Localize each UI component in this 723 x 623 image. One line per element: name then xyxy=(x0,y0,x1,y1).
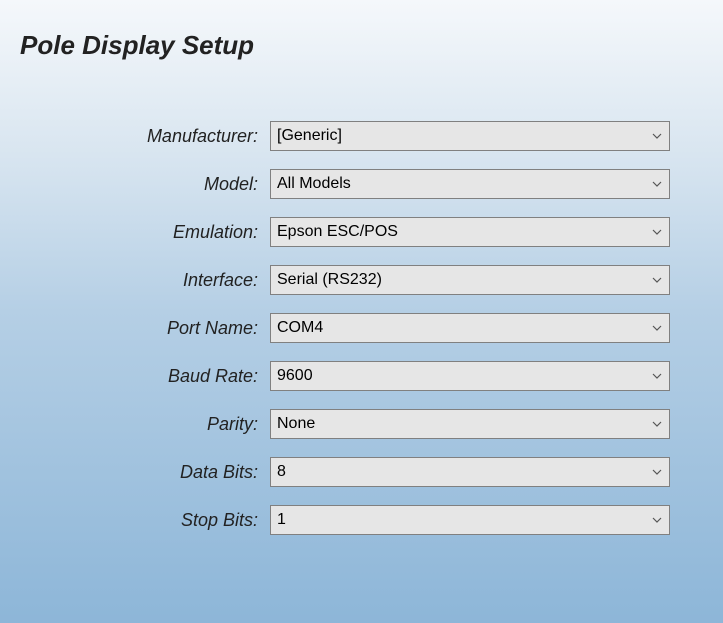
interface-label: Interface: xyxy=(40,270,270,291)
port-name-select[interactable]: COM4 xyxy=(270,313,670,343)
port-name-value: COM4 xyxy=(277,319,323,337)
interface-row: Interface: Serial (RS232) xyxy=(40,265,703,295)
emulation-label: Emulation: xyxy=(40,222,270,243)
stop-bits-label: Stop Bits: xyxy=(40,510,270,531)
parity-select[interactable]: None xyxy=(270,409,670,439)
emulation-select[interactable]: Epson ESC/POS xyxy=(270,217,670,247)
manufacturer-row: Manufacturer: [Generic] xyxy=(40,121,703,151)
emulation-row: Emulation: Epson ESC/POS xyxy=(40,217,703,247)
port-name-label: Port Name: xyxy=(40,318,270,339)
page-title: Pole Display Setup xyxy=(20,30,703,61)
model-select[interactable]: All Models xyxy=(270,169,670,199)
parity-value: None xyxy=(277,415,315,433)
interface-select[interactable]: Serial (RS232) xyxy=(270,265,670,295)
data-bits-value: 8 xyxy=(277,463,286,481)
setup-form: Manufacturer: [Generic] Model: All Model… xyxy=(40,121,703,535)
baud-rate-value: 9600 xyxy=(277,367,313,385)
manufacturer-value: [Generic] xyxy=(277,127,342,145)
data-bits-label: Data Bits: xyxy=(40,462,270,483)
parity-label: Parity: xyxy=(40,414,270,435)
interface-value: Serial (RS232) xyxy=(277,271,382,289)
baud-rate-row: Baud Rate: 9600 xyxy=(40,361,703,391)
port-name-row: Port Name: COM4 xyxy=(40,313,703,343)
baud-rate-label: Baud Rate: xyxy=(40,366,270,387)
stop-bits-row: Stop Bits: 1 xyxy=(40,505,703,535)
model-value: All Models xyxy=(277,175,351,193)
model-label: Model: xyxy=(40,174,270,195)
baud-rate-select[interactable]: 9600 xyxy=(270,361,670,391)
data-bits-row: Data Bits: 8 xyxy=(40,457,703,487)
manufacturer-label: Manufacturer: xyxy=(40,126,270,147)
emulation-value: Epson ESC/POS xyxy=(277,223,398,241)
manufacturer-select[interactable]: [Generic] xyxy=(270,121,670,151)
data-bits-select[interactable]: 8 xyxy=(270,457,670,487)
model-row: Model: All Models xyxy=(40,169,703,199)
stop-bits-select[interactable]: 1 xyxy=(270,505,670,535)
stop-bits-value: 1 xyxy=(277,511,286,529)
parity-row: Parity: None xyxy=(40,409,703,439)
